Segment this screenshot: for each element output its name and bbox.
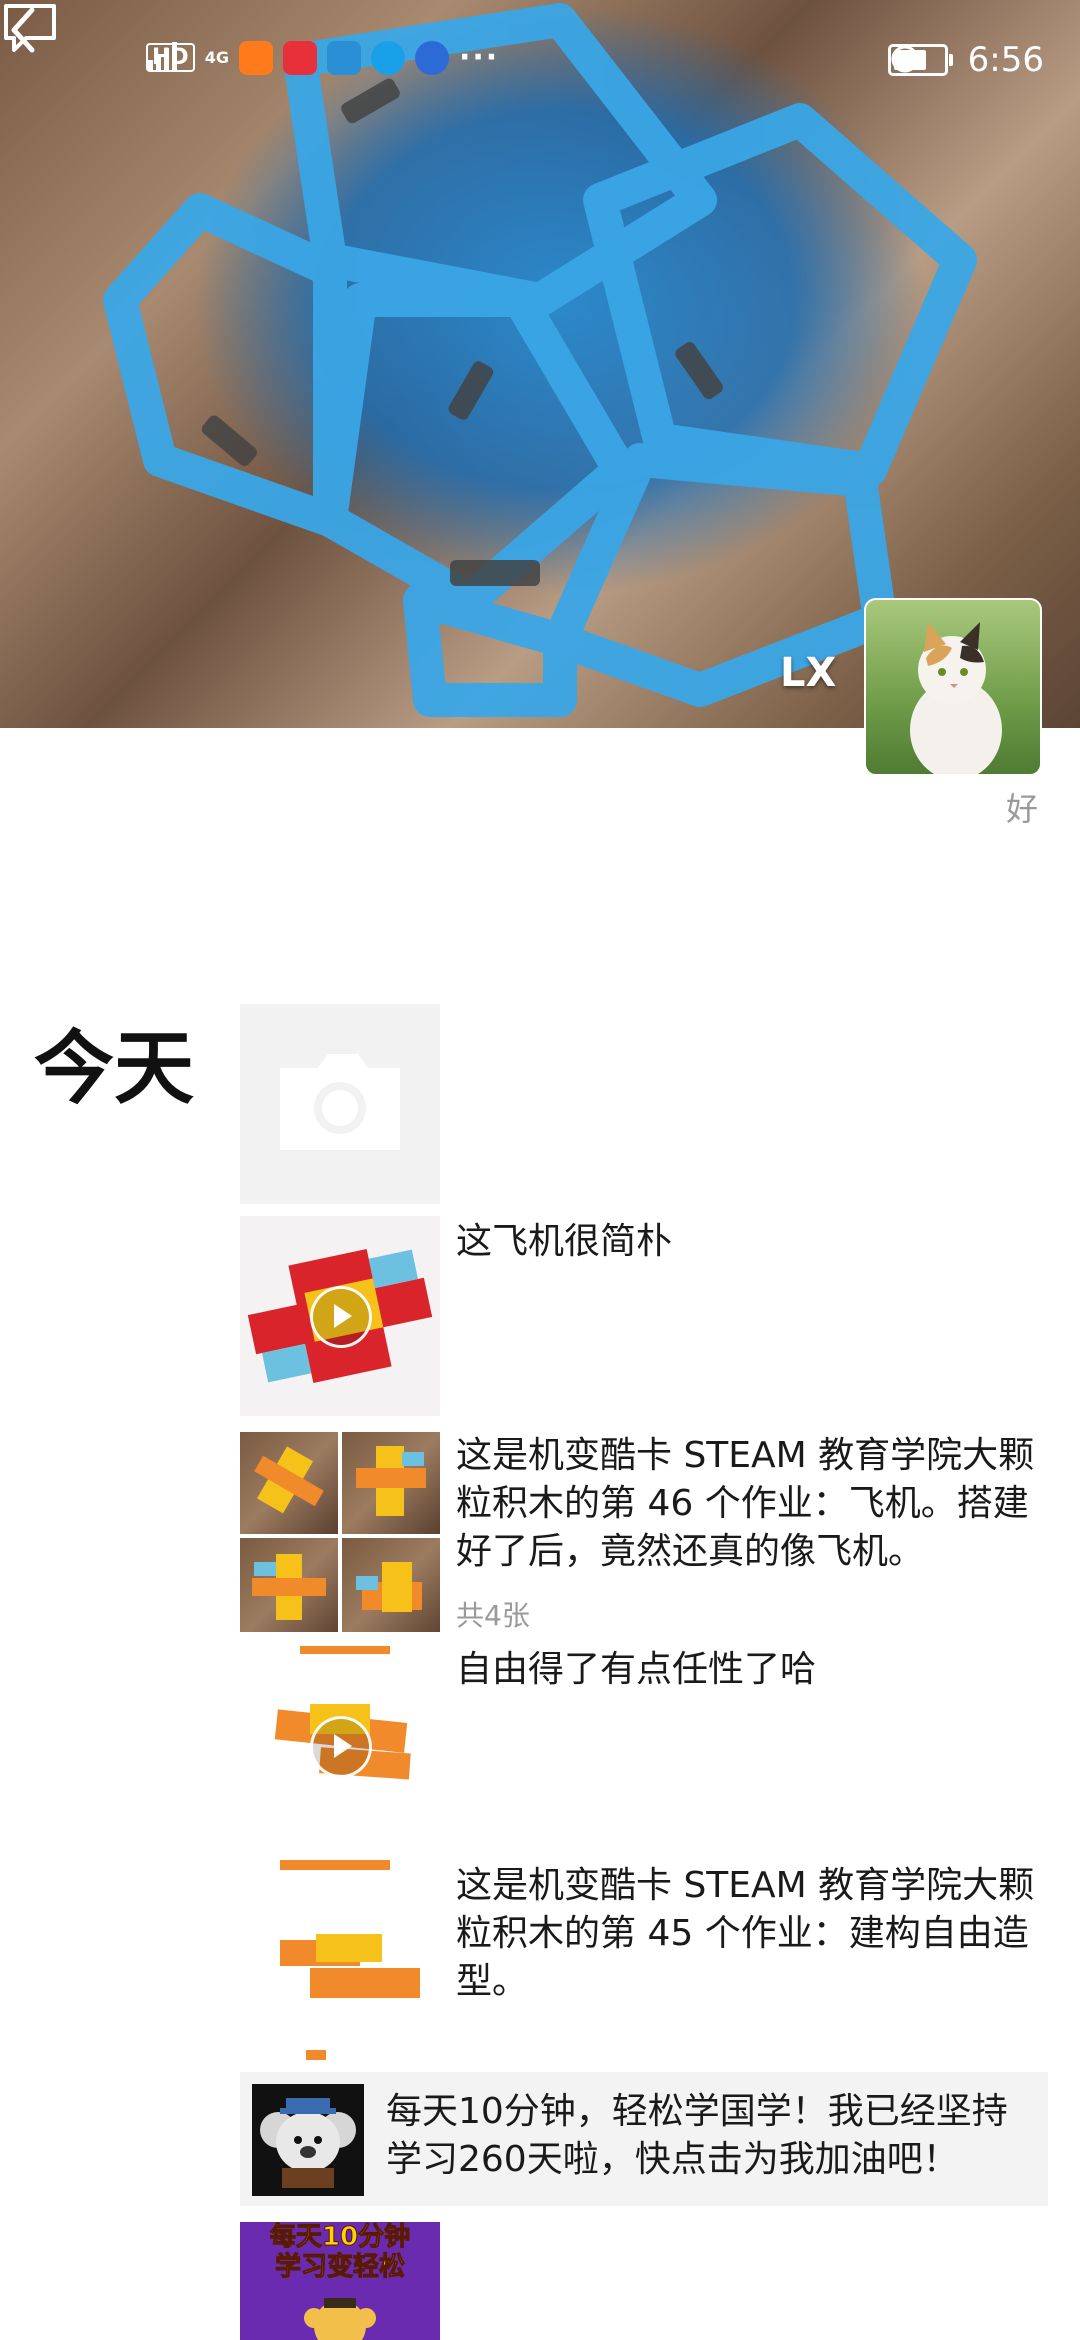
- shared-link-card[interactable]: 每天10分钟，轻松学国学！我已经坚持学习260天啦，快点击为我加油吧！: [240, 2072, 1048, 2206]
- more-notifications: ···: [458, 40, 500, 75]
- status-bar: HD 4G ··· 6:56: [0, 40, 1080, 96]
- photo-grid: [240, 1432, 440, 1632]
- post-text[interactable]: 自由得了有点任性了哈: [456, 1646, 1046, 1694]
- play-icon: [310, 1286, 372, 1348]
- lego-image: [254, 1446, 324, 1514]
- app-icon-bulb: [370, 40, 405, 75]
- app-icon-video: [238, 40, 273, 75]
- app-icon-cloud: [326, 40, 361, 75]
- play-icon: [310, 1716, 372, 1778]
- battery-icon: [887, 44, 953, 76]
- monkey-mascot-image: [304, 2298, 376, 2340]
- post-text[interactable]: 这飞机很简朴: [456, 1218, 1046, 1266]
- status-left: HD 4G ···: [146, 40, 499, 75]
- cat-avatar-image: [910, 622, 1002, 774]
- grid-photo-2: [342, 1432, 440, 1534]
- post-text[interactable]: 这是机变酷卡 STEAM 教育学院大颗粒积木的第 45 个作业：建构自由造型。: [456, 1862, 1046, 2006]
- clock: 6:56: [967, 40, 1044, 80]
- grid-photo-4: [342, 1538, 440, 1632]
- camera-icon: [280, 1054, 400, 1150]
- avatar[interactable]: [864, 598, 1042, 776]
- lego-image: [356, 1562, 422, 1612]
- post-text[interactable]: 这是机变酷卡 STEAM 教育学院大颗粒积木的第 46 个作业：飞机。搭建好了后…: [456, 1432, 1046, 1576]
- signature: 好: [1005, 790, 1038, 828]
- comment-icon[interactable]: [0, 0, 60, 56]
- date-label: 今天: [34, 1022, 194, 1115]
- app-icon-browser: [414, 40, 449, 75]
- app-icon-huawei: [282, 40, 317, 75]
- shared-thumb: [252, 2084, 364, 2196]
- grid-photo-3: [240, 1538, 338, 1632]
- grid-photo-1: [240, 1432, 338, 1534]
- camera-placeholder[interactable]: [240, 1004, 440, 1204]
- battery-fill: [893, 50, 927, 70]
- status-right: 6:56: [887, 40, 1044, 80]
- post-photo-thumb[interactable]: [240, 1860, 440, 2060]
- signal-icon: [148, 42, 177, 70]
- post-photo-grid[interactable]: [240, 1432, 440, 1632]
- shared-text: 每天10分钟，轻松学国学！我已经坚持学习260天啦，快点击为我加油吧！: [386, 2091, 1008, 2180]
- lego-image: [252, 1554, 326, 1620]
- lego-image: [356, 1446, 426, 1516]
- lego-image: [280, 1860, 420, 2060]
- network-type: 4G: [204, 48, 229, 67]
- photo-count: 共4张: [456, 1599, 530, 1632]
- post-video-thumb[interactable]: [240, 1646, 440, 1846]
- post-video-thumb[interactable]: [240, 1216, 440, 1416]
- koala-mascot-image: [260, 2098, 356, 2188]
- post-photo-thumb[interactable]: 每天10分钟 学习变轻松: [240, 2222, 440, 2340]
